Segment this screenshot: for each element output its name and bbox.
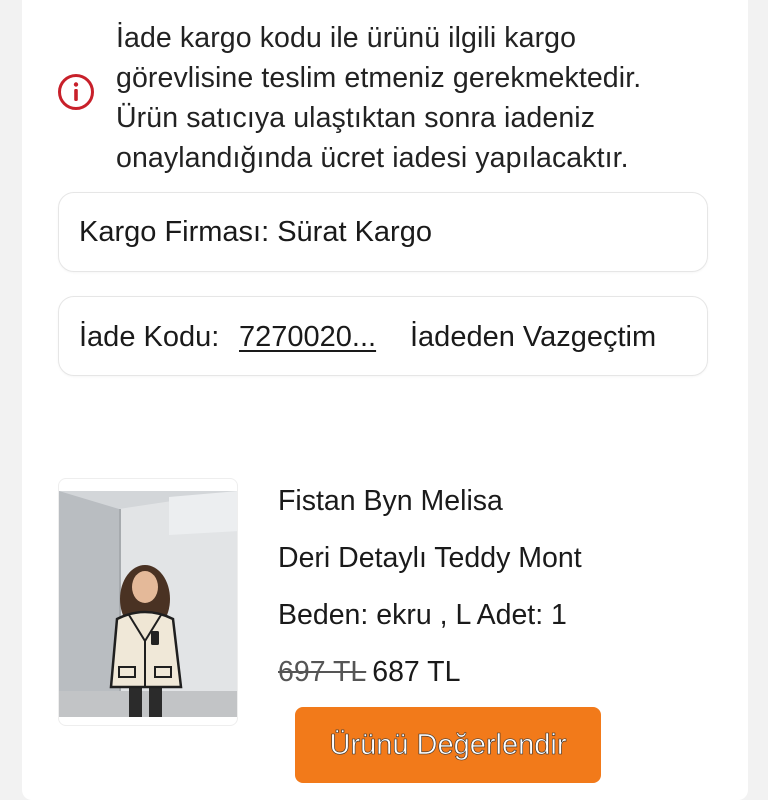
info-line: İade kargo kodu ile ürünü ilgili kargo <box>116 22 577 54</box>
cargo-company-box: Kargo Firması: Sürat Kargo <box>58 192 708 272</box>
rate-product-button[interactable]: Ürünü Değerlendir <box>295 707 601 783</box>
return-code-box: İade Kodu: 7270020... İadeden Vazgeçtim <box>58 296 708 376</box>
info-circle-icon <box>56 72 96 112</box>
cargo-company-text: Kargo Firması: Sürat Kargo <box>79 216 432 248</box>
product-name: Deri Detaylı Teddy Mont <box>278 542 582 574</box>
product-photo <box>59 491 237 717</box>
info-line: görevlisine teslim etmeniz gerekmektedir… <box>116 62 642 94</box>
info-line: onaylandığında ücret iadesi yapılacaktır… <box>116 142 629 174</box>
product-price: 697 TL 687 TL <box>278 654 460 690</box>
old-price: 697 TL <box>278 656 367 688</box>
product-brand: Fistan Byn Melisa <box>278 485 503 517</box>
return-info-text: İade kargo kodu ile ürünü ilgili kargo g… <box>116 18 736 178</box>
product-size-quantity: Beden: ekru , L Adet: 1 <box>278 599 567 631</box>
product-image[interactable] <box>58 478 238 726</box>
current-price: 687 TL <box>372 656 461 688</box>
return-code-link[interactable]: 7270020... <box>239 319 376 355</box>
return-code-label: İade Kodu: <box>79 321 220 353</box>
info-line: Ürün satıcıya ulaştıktan sonra iadeniz <box>116 102 596 134</box>
cancel-return-button[interactable]: İadeden Vazgeçtim <box>410 319 656 355</box>
